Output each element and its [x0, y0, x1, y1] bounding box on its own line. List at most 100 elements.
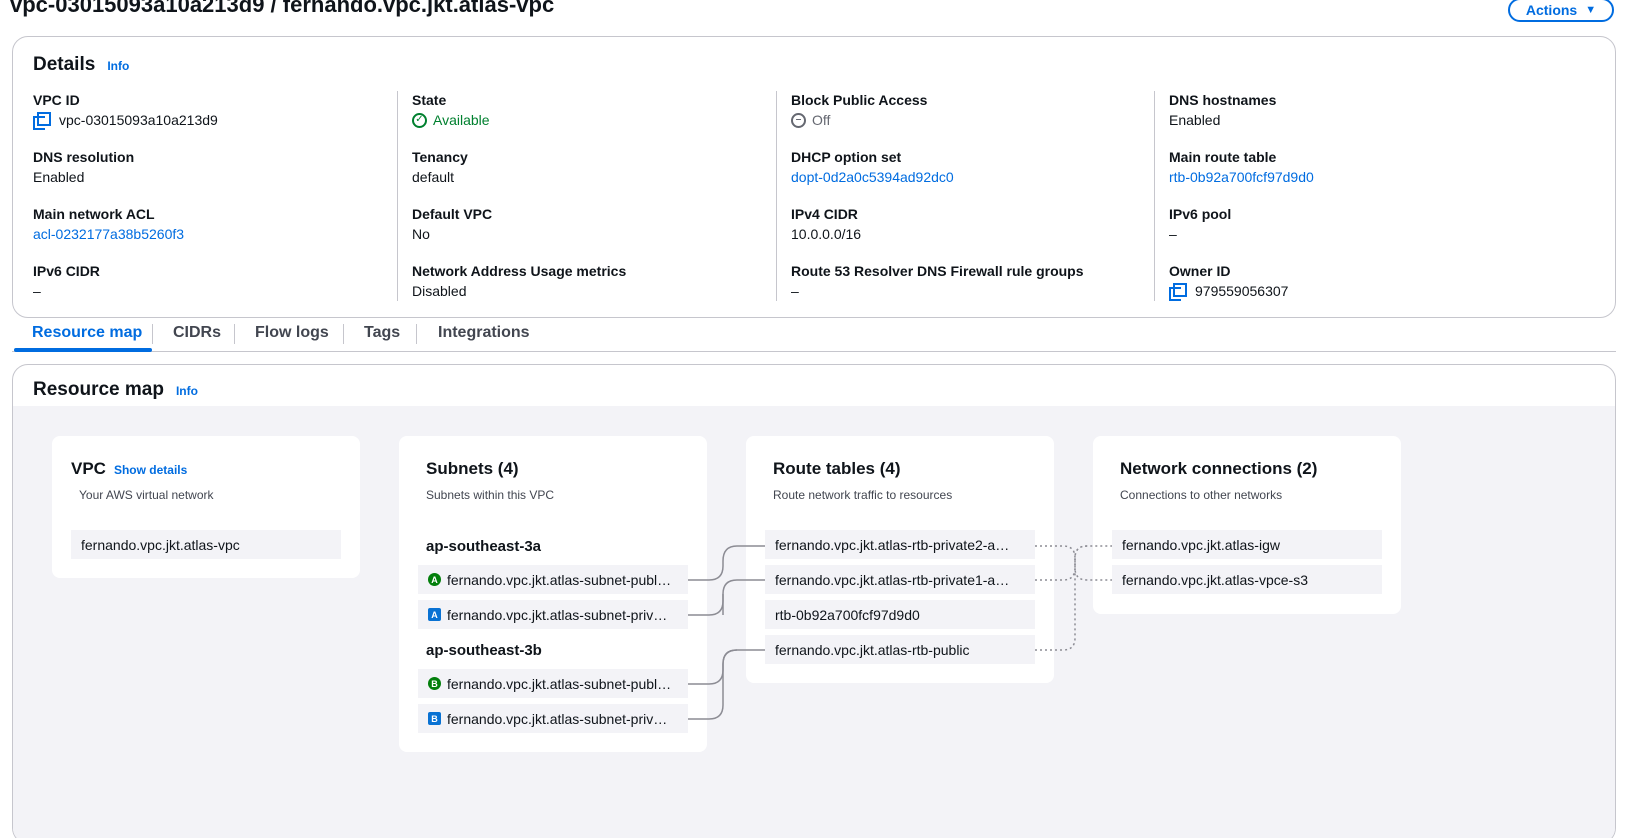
field-label: IPv6 CIDR: [33, 263, 100, 279]
check-circle-icon: ✓: [412, 112, 427, 128]
ipv6-cidr-value: –: [33, 283, 41, 299]
field-label: Route 53 Resolver DNS Firewall rule grou…: [791, 263, 1084, 279]
details-heading: Details: [33, 54, 96, 75]
subnet-node[interactable]: Afernando.vpc.jkt.atlas-subnet-publ…: [418, 565, 688, 594]
network-connection-node[interactable]: fernando.vpc.jkt.atlas-vpce-s3: [1112, 565, 1382, 594]
field-ipv6-cidr: IPv6 CIDR –: [33, 262, 403, 319]
minus-circle-icon: –: [791, 112, 806, 128]
route-table-node[interactable]: fernando.vpc.jkt.atlas-rtb-private2-a…: [765, 530, 1035, 559]
subnet-node[interactable]: Afernando.vpc.jkt.atlas-subnet-priv…: [418, 600, 688, 629]
tab-divider: [416, 324, 417, 344]
field-owner-id: Owner ID 979559056307: [1169, 262, 1594, 319]
route-tables-column-title: Route tables (4): [773, 459, 901, 478]
state-value: Available: [433, 112, 490, 128]
field-network-address-usage: Network Address Usage metrics Disabled: [412, 262, 767, 319]
ipv4-cidr-value: 10.0.0.0/16: [791, 226, 862, 242]
ipv6-pool-value: –: [1169, 226, 1177, 242]
field-default-vpc: Default VPC No: [412, 205, 767, 262]
field-label: Tenancy: [412, 149, 468, 165]
network-connection-node[interactable]: fernando.vpc.jkt.atlas-igw: [1112, 530, 1382, 559]
route-tables-column: Route tables (4) Route network traffic t…: [746, 436, 1054, 683]
block-public-access-value: Off: [812, 112, 831, 128]
field-label: IPv4 CIDR: [791, 206, 858, 222]
details-panel: Details Info VPC ID vpc-03015093a10a213d…: [12, 36, 1616, 318]
availability-zone-label: ap-southeast-3b: [426, 642, 542, 659]
route-tables-column-subtitle: Route network traffic to resources: [773, 488, 953, 502]
field-route53-firewall: Route 53 Resolver DNS Firewall rule grou…: [791, 262, 1146, 319]
details-column-1: VPC ID vpc-03015093a10a213d9 DNS resolut…: [33, 91, 403, 301]
subnet-name: fernando.vpc.jkt.atlas-subnet-priv…: [447, 606, 668, 623]
public-subnet-icon: A: [428, 573, 441, 586]
field-label: IPv6 pool: [1169, 206, 1232, 222]
field-dns-resolution: DNS resolution Enabled: [33, 148, 403, 205]
tab-resource-map[interactable]: Resource map: [32, 324, 142, 342]
tab-cidrs[interactable]: CIDRs: [173, 324, 221, 342]
dns-resolution-value: Enabled: [33, 169, 85, 185]
owner-id-value: 979559056307: [1195, 283, 1289, 299]
vpc-column: VPC Show details Your AWS virtual network…: [52, 436, 360, 578]
field-ipv6-pool: IPv6 pool –: [1169, 205, 1594, 262]
details-column-3: Block Public Access – Off DHCP option set…: [776, 91, 1146, 301]
tab-integrations[interactable]: Integrations: [438, 324, 530, 342]
dhcp-option-set-link[interactable]: dopt-0d2a0c5394ad92dc0: [791, 166, 1146, 188]
field-tenancy: Tenancy default: [412, 148, 767, 205]
availability-zone-label: ap-southeast-3a: [426, 538, 542, 555]
tab-bar: Resource map CIDRs Flow logs Tags Integr…: [12, 314, 1616, 352]
show-details-link[interactable]: Show details: [114, 463, 187, 477]
subnet-name: fernando.vpc.jkt.atlas-subnet-priv…: [447, 710, 668, 727]
field-ipv4-cidr: IPv4 CIDR 10.0.0.0/16: [791, 205, 1146, 262]
network-connections-column-subtitle: Connections to other networks: [1120, 488, 1283, 502]
route-table-node[interactable]: rtb-0b92a700fcf97d9d0: [765, 600, 1035, 629]
subnets-column: Subnets (4) Subnets within this VPC ap-s…: [399, 436, 707, 752]
field-label: Network Address Usage metrics: [412, 263, 627, 279]
field-label: DHCP option set: [791, 149, 902, 165]
subnet-name: fernando.vpc.jkt.atlas-subnet-publ…: [447, 571, 672, 588]
actions-button[interactable]: Actions ▼: [1508, 0, 1614, 22]
field-label: DNS resolution: [33, 149, 135, 165]
details-info-link[interactable]: Info: [107, 59, 129, 73]
subnets-column-subtitle: Subnets within this VPC: [426, 488, 555, 502]
main-network-acl-link[interactable]: acl-0232177a38b5260f3: [33, 223, 403, 245]
details-column-2: State ✓ Available Tenancy default Default…: [397, 91, 767, 301]
copy-icon[interactable]: [33, 112, 51, 130]
dns-hostnames-value: Enabled: [1169, 112, 1221, 128]
network-connections-column-title: Network connections (2): [1120, 459, 1318, 478]
network-address-usage-value: Disabled: [412, 283, 467, 299]
field-dns-hostnames: DNS hostnames Enabled: [1169, 91, 1594, 148]
copy-icon[interactable]: [1169, 283, 1187, 301]
tenancy-value: default: [412, 169, 455, 185]
resource-map-panel: Resource map Info VPC Show details Your A…: [12, 364, 1616, 838]
subnet-node[interactable]: Bfernando.vpc.jkt.atlas-subnet-publ…: [418, 669, 688, 698]
route-table-node[interactable]: fernando.vpc.jkt.atlas-rtb-private1-a…: [765, 565, 1035, 594]
active-tab-indicator: [14, 348, 152, 352]
resource-map-info-link[interactable]: Info: [176, 384, 198, 398]
tab-divider: [234, 324, 235, 344]
field-state: State ✓ Available: [412, 91, 767, 148]
field-label: Block Public Access: [791, 92, 928, 108]
tab-tags[interactable]: Tags: [364, 324, 400, 342]
field-dhcp-option-set: DHCP option set dopt-0d2a0c5394ad92dc0: [791, 148, 1146, 205]
subnets-column-title: Subnets (4): [426, 459, 519, 478]
public-subnet-icon: B: [428, 677, 441, 690]
field-label: State: [412, 92, 447, 108]
subnet-name: fernando.vpc.jkt.atlas-subnet-publ…: [447, 675, 672, 692]
field-main-network-acl: Main network ACL acl-0232177a38b5260f3: [33, 205, 403, 262]
route-table-node[interactable]: fernando.vpc.jkt.atlas-rtb-public: [765, 635, 1035, 664]
default-vpc-value: No: [412, 226, 430, 242]
field-main-route-table: Main route table rtb-0b92a700fcf97d9d0: [1169, 148, 1594, 205]
details-column-4: DNS hostnames Enabled Main route table r…: [1154, 91, 1594, 301]
field-label: Main route table: [1169, 149, 1277, 165]
field-block-public-access: Block Public Access – Off: [791, 91, 1146, 148]
resource-map-heading: Resource map: [33, 379, 164, 400]
vpc-column-title: VPC: [71, 459, 106, 478]
route53-firewall-value: –: [791, 283, 799, 299]
vpc-node[interactable]: fernando.vpc.jkt.atlas-vpc: [71, 530, 341, 559]
page-title: vpc-03015093a10a213d9 / fernando.vpc.jkt…: [10, 0, 555, 17]
tab-flow-logs[interactable]: Flow logs: [255, 324, 329, 342]
tab-divider: [343, 324, 344, 344]
actions-label: Actions: [1525, 2, 1578, 18]
field-label: Owner ID: [1169, 263, 1231, 279]
subnet-node[interactable]: Bfernando.vpc.jkt.atlas-subnet-priv…: [418, 704, 688, 733]
main-route-table-link[interactable]: rtb-0b92a700fcf97d9d0: [1169, 166, 1594, 188]
tab-divider: [152, 324, 153, 344]
